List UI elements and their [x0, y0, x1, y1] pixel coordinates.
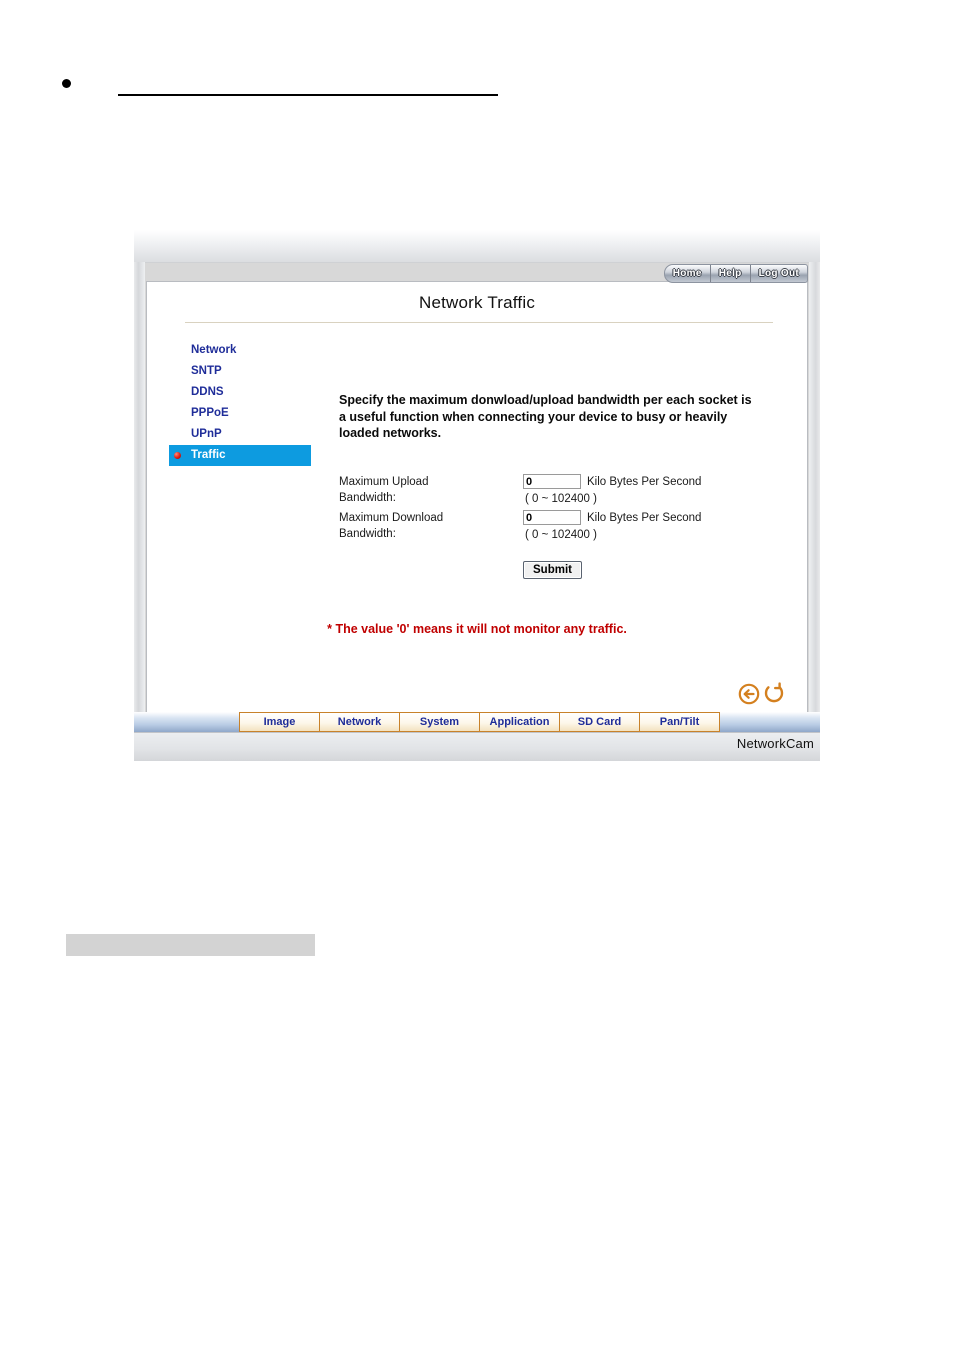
sidebar-item-ddns[interactable]: DDNS — [169, 382, 327, 403]
tab-bar-spacer — [134, 712, 239, 732]
nav-logout-button[interactable]: Log Out — [749, 265, 807, 282]
download-bandwidth-row: Maximum Download Bandwidth: Kilo Bytes P… — [339, 510, 779, 546]
redacted-block — [66, 934, 315, 956]
brand-label: NetworkCam — [736, 736, 814, 751]
sidebar-item-traffic[interactable]: Traffic — [169, 445, 311, 466]
sidebar-item-upnp[interactable]: UPnP — [169, 424, 327, 445]
page-title: Network Traffic — [418, 293, 536, 312]
window-left-frame — [134, 262, 145, 717]
submit-button[interactable]: Submit — [523, 561, 582, 579]
upload-label-line2: Bandwidth: — [339, 492, 396, 504]
tab-network[interactable]: Network — [319, 712, 400, 732]
back-arrow-icon[interactable] — [737, 682, 761, 706]
sidebar-menu: Network SNTP DDNS PPPoE UPnP Traffic — [169, 340, 327, 466]
nav-home-button[interactable]: Home — [665, 265, 710, 282]
upload-bandwidth-row: Maximum Upload Bandwidth: Kilo Bytes Per… — [339, 474, 779, 510]
page-nav-icons — [737, 682, 785, 706]
upload-bandwidth-label: Maximum Upload Bandwidth: — [339, 474, 519, 506]
window-right-frame — [809, 262, 820, 717]
refresh-icon[interactable] — [763, 682, 785, 706]
tab-pan-tilt[interactable]: Pan/Tilt — [639, 712, 720, 732]
submit-button-wrap: Submit — [523, 560, 582, 579]
download-label-line1: Maximum Download — [339, 512, 444, 524]
bottom-tab-bar: Image Network System Application SD Card… — [134, 712, 820, 732]
download-bandwidth-unit: Kilo Bytes Per Second — [587, 512, 702, 524]
active-marker-icon — [174, 452, 181, 459]
document-heading-text — [118, 72, 498, 96]
sidebar-item-traffic-label: Traffic — [191, 449, 226, 461]
bandwidth-form: Maximum Upload Bandwidth: Kilo Bytes Per… — [339, 474, 779, 546]
bullet-icon — [62, 79, 71, 88]
download-bandwidth-label: Maximum Download Bandwidth: — [339, 510, 519, 542]
content-page: Network Traffic Network SNTP DDNS PPPoE … — [146, 281, 808, 717]
window-top-band — [134, 230, 820, 263]
tab-system[interactable]: System — [399, 712, 480, 732]
sidebar-item-sntp[interactable]: SNTP — [169, 361, 327, 382]
nav-help-button[interactable]: Help — [709, 265, 750, 282]
top-nav-bar: Home Help Log Out — [663, 264, 808, 283]
download-label-line2: Bandwidth: — [339, 528, 396, 540]
upload-bandwidth-range: ( 0 ~ 102400 ) — [525, 493, 597, 505]
tab-application[interactable]: Application — [479, 712, 560, 732]
download-bandwidth-input[interactable] — [523, 510, 581, 525]
sidebar-item-network[interactable]: Network — [169, 340, 327, 361]
traffic-note: * The value '0' means it will not monito… — [327, 622, 627, 636]
tab-sd-card[interactable]: SD Card — [559, 712, 640, 732]
sidebar-item-pppoe[interactable]: PPPoE — [169, 403, 327, 424]
tab-image[interactable]: Image — [239, 712, 320, 732]
page-description: Specify the maximum donwload/upload band… — [339, 393, 752, 440]
upload-label-line1: Maximum Upload — [339, 476, 429, 488]
title-divider — [185, 322, 773, 323]
upload-bandwidth-unit: Kilo Bytes Per Second — [587, 476, 702, 488]
document-heading — [62, 72, 522, 102]
download-bandwidth-range: ( 0 ~ 102400 ) — [525, 529, 597, 541]
window-footer: NetworkCam — [134, 732, 820, 761]
networkcam-window: Home Help Log Out Network Traffic Networ… — [134, 230, 820, 761]
upload-bandwidth-input[interactable] — [523, 474, 581, 489]
